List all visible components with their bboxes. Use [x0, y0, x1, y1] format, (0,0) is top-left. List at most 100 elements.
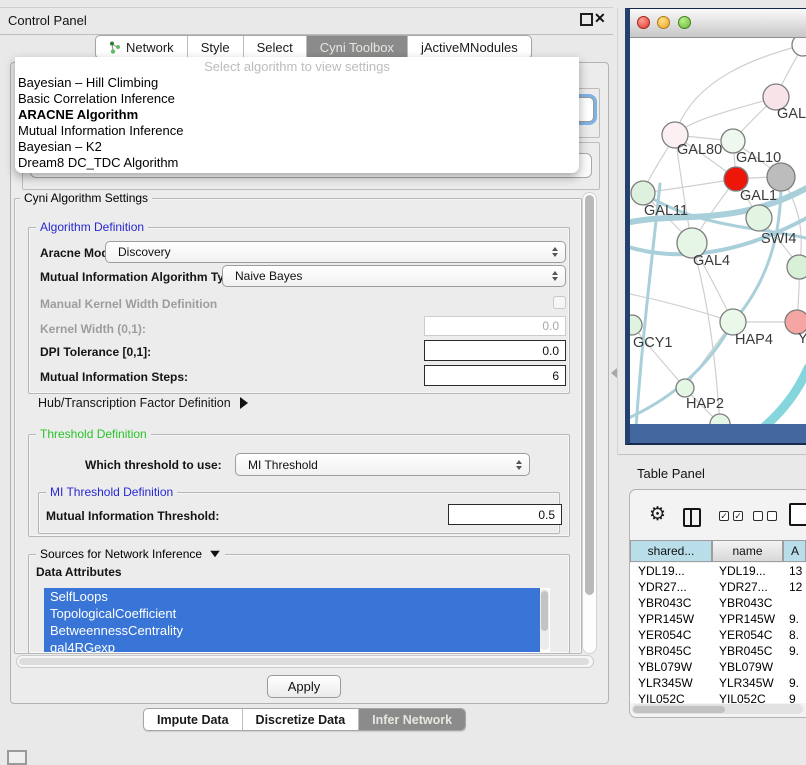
- network-canvas[interactable]: GALGAL80GAL10GAL1GAL11SWI4GAL4GCY1HAP4YH…: [630, 38, 806, 424]
- which-threshold-combo[interactable]: MI Threshold: [235, 453, 530, 476]
- mi-threshold-field[interactable]: 0.5: [448, 504, 562, 525]
- kernel-width-label: Kernel Width (0,1):: [40, 322, 146, 336]
- cell-shared-name: YLR345W: [630, 676, 712, 690]
- manual-kernel-width-label: Manual Kernel Width Definition: [40, 297, 217, 311]
- dropdown-item-bayesian-k2[interactable]: Bayesian – K2: [18, 139, 574, 155]
- settings-group-title: Cyni Algorithm Settings: [20, 191, 152, 205]
- mac-minimize-button[interactable]: [657, 16, 670, 29]
- tab-style[interactable]: Style: [188, 36, 244, 58]
- network-node[interactable]: [710, 414, 730, 424]
- cell-name: YER054C: [712, 628, 783, 642]
- cell-name: YPR145W: [712, 612, 783, 626]
- manual-kernel-width-checkbox[interactable]: [553, 296, 566, 309]
- gear-icon[interactable]: ⚙: [649, 505, 666, 524]
- network-svg: GALGAL80GAL10GAL1GAL11SWI4GAL4GCY1HAP4YH…: [630, 38, 806, 424]
- columns-icon[interactable]: [683, 508, 701, 527]
- tab-network[interactable]: Network: [96, 36, 188, 58]
- table-header-shared-name[interactable]: shared...: [630, 540, 712, 562]
- network-edge[interactable]: [643, 179, 736, 193]
- dpi-tolerance-field[interactable]: 0.0: [424, 340, 566, 361]
- tab-cyni-toolbox[interactable]: Cyni Toolbox: [307, 36, 408, 58]
- cell-shared-name: YBR045C: [630, 644, 712, 658]
- minimized-panel-icon[interactable]: [7, 750, 27, 765]
- table-row[interactable]: YBR043C YBR043C: [630, 595, 806, 611]
- panel-divider[interactable]: [617, 8, 618, 455]
- panel-collapse-handle[interactable]: [611, 368, 617, 378]
- attribute-list-item[interactable]: SelfLoops: [44, 588, 540, 605]
- network-node[interactable]: [792, 38, 806, 56]
- checkbox-unchecked-icon[interactable]: [753, 511, 763, 521]
- dropdown-item-mutual-information[interactable]: Mutual Information Inference: [18, 123, 574, 139]
- checkbox-checked-icon[interactable]: ✓: [733, 511, 743, 521]
- sources-title-row[interactable]: Sources for Network Inference: [36, 547, 225, 561]
- attributes-scrollbar-thumb[interactable]: [541, 591, 548, 631]
- dropdown-item-basic-correlation[interactable]: Basic Correlation Inference: [18, 91, 574, 107]
- network-node[interactable]: [631, 181, 655, 205]
- mi-steps-field[interactable]: 6: [424, 365, 566, 386]
- disclosure-down-icon: [210, 551, 220, 557]
- mac-close-button[interactable]: [637, 16, 650, 29]
- combo-arrows-icon: [552, 247, 558, 257]
- cell-name: YLR345W: [712, 676, 783, 690]
- table-row[interactable]: YDR27... YDR27... 12: [630, 579, 806, 595]
- dropdown-item-bayesian-hill-climbing[interactable]: Bayesian – Hill Climbing: [18, 75, 574, 91]
- table-row[interactable]: YBL079W YBL079W: [630, 659, 806, 675]
- hub-definition-disclosure[interactable]: Hub/Transcription Factor Definition: [38, 396, 248, 410]
- cell-shared-name: YDL19...: [630, 564, 712, 578]
- network-node-label: Y: [798, 331, 806, 347]
- network-node[interactable]: [676, 379, 694, 397]
- table-row[interactable]: YIL052C YIL052C 9: [630, 691, 806, 703]
- close-icon[interactable]: ✕: [594, 10, 606, 27]
- table-row[interactable]: YDL19... YDL19... 13: [630, 563, 806, 579]
- tab-jactivemnodules[interactable]: jActiveMNodules: [408, 36, 531, 58]
- float-window-icon[interactable]: [580, 13, 593, 26]
- cell-value: 9.: [783, 644, 806, 658]
- mac-zoom-button[interactable]: [678, 16, 691, 29]
- attributes-list-scrollbar[interactable]: [540, 589, 549, 650]
- document-icon[interactable]: [789, 503, 806, 526]
- checkbox-checked-icon[interactable]: ✓: [719, 511, 729, 521]
- table-horizontal-scrollbar[interactable]: [632, 704, 803, 714]
- network-node[interactable]: [746, 205, 772, 231]
- settings-vertical-scrollbar[interactable]: [582, 192, 597, 654]
- dropdown-item-dream8[interactable]: Dream8 DC_TDC Algorithm: [18, 155, 574, 171]
- kernel-width-field[interactable]: 0.0: [424, 316, 566, 336]
- table-hscroll-thumb[interactable]: [633, 706, 725, 713]
- table-header-name[interactable]: name: [712, 540, 783, 562]
- combo-arrows-icon: [516, 460, 522, 470]
- kernel-width-value: 0.0: [542, 319, 559, 333]
- table-row[interactable]: YPR145W YPR145W 9.: [630, 611, 806, 627]
- cell-shared-name: YBL079W: [630, 660, 712, 674]
- tab-discretize-data[interactable]: Discretize Data: [243, 709, 360, 730]
- control-panel-tabbar: Network Style Select Cyni Toolbox jActiv…: [95, 35, 532, 59]
- mi-algorithm-type-combo[interactable]: Naive Bayes: [222, 265, 566, 287]
- dropdown-item-aracne[interactable]: ARACNE Algorithm: [18, 107, 574, 123]
- attribute-list-item[interactable]: BetweennessCentrality: [44, 622, 540, 639]
- which-threshold-value: MI Threshold: [248, 458, 318, 472]
- network-edge[interactable]: [758, 368, 806, 424]
- network-node-label: GAL4: [693, 253, 730, 269]
- network-edge[interactable]: [675, 97, 776, 135]
- network-node[interactable]: [767, 163, 795, 191]
- aracne-mode-combo[interactable]: Discovery: [105, 241, 566, 263]
- settings-vscroll-thumb[interactable]: [585, 195, 594, 595]
- table-header-third[interactable]: A: [783, 540, 806, 562]
- table-panel-title: Table Panel: [637, 466, 705, 481]
- attribute-list-item[interactable]: TopologicalCoefficient: [44, 605, 540, 622]
- table-row[interactable]: YBR045C YBR045C 9.: [630, 643, 806, 659]
- checkbox-unchecked-icon[interactable]: [767, 511, 777, 521]
- tab-select[interactable]: Select: [244, 36, 307, 58]
- apply-button[interactable]: Apply: [267, 675, 341, 698]
- tab-infer-network[interactable]: Infer Network: [359, 709, 465, 730]
- tab-impute-data[interactable]: Impute Data: [144, 709, 243, 730]
- network-node-label: GAL10: [736, 150, 781, 166]
- table-row[interactable]: YER054C YER054C 8.: [630, 627, 806, 643]
- table-row[interactable]: YLR345W YLR345W 9.: [630, 675, 806, 691]
- network-node[interactable]: [787, 255, 806, 279]
- tab-style-label: Style: [201, 40, 230, 55]
- settings-horizontal-scrollbar[interactable]: [16, 655, 594, 668]
- attribute-list-item[interactable]: gal4RGexp: [44, 639, 540, 652]
- control-panel-titlebar: [0, 7, 613, 35]
- network-node[interactable]: [630, 315, 642, 335]
- settings-hscroll-thumb[interactable]: [19, 658, 589, 665]
